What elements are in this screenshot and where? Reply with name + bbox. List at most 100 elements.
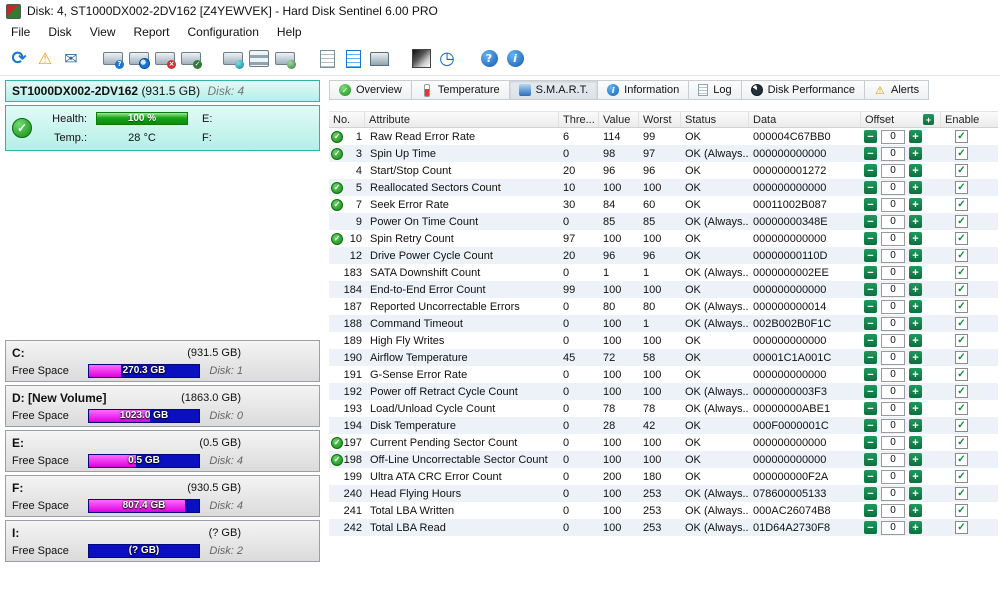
- info-icon[interactable]: [502, 46, 528, 72]
- enable-checkbox[interactable]: [955, 453, 968, 466]
- offset-value[interactable]: 0: [881, 214, 905, 229]
- offset-increase-button[interactable]: [909, 317, 922, 330]
- disk-search-icon[interactable]: [126, 46, 152, 72]
- partition-item[interactable]: I: (? GB) Free Space (? GB) Disk: 2: [5, 520, 320, 562]
- enable-checkbox[interactable]: [955, 147, 968, 160]
- surface-test-icon[interactable]: [408, 46, 434, 72]
- disk-selector[interactable]: ST1000DX002-2DV162 (931.5 GB) Disk: 4: [5, 80, 320, 102]
- disk-error-icon[interactable]: [152, 46, 178, 72]
- offset-decrease-button[interactable]: [864, 164, 877, 177]
- enable-checkbox[interactable]: [955, 164, 968, 177]
- offset-value[interactable]: 0: [881, 520, 905, 535]
- offset-increase-button[interactable]: [909, 215, 922, 228]
- offset-increase-button[interactable]: [909, 521, 922, 534]
- offset-value[interactable]: 0: [881, 486, 905, 501]
- enable-checkbox[interactable]: [955, 300, 968, 313]
- offset-decrease-button[interactable]: [864, 181, 877, 194]
- offset-increase-button[interactable]: [909, 147, 922, 160]
- offset-value[interactable]: 0: [881, 163, 905, 178]
- offset-value[interactable]: 0: [881, 231, 905, 246]
- partition-item[interactable]: D: [New Volume] (1863.0 GB) Free Space 1023…: [5, 385, 320, 427]
- offset-decrease-button[interactable]: [864, 266, 877, 279]
- column-header-worst[interactable]: Worst: [639, 112, 681, 127]
- offset-decrease-button[interactable]: [864, 419, 877, 432]
- offset-value[interactable]: 0: [881, 384, 905, 399]
- tab-information[interactable]: Information: [598, 80, 690, 100]
- report-warning-icon[interactable]: [32, 46, 58, 72]
- offset-decrease-button[interactable]: [864, 351, 877, 364]
- tab-temperature[interactable]: Temperature: [411, 80, 510, 100]
- help-icon[interactable]: [476, 46, 502, 72]
- offset-decrease-button[interactable]: [864, 334, 877, 347]
- offset-decrease-button[interactable]: [864, 402, 877, 415]
- column-header-no[interactable]: No.: [329, 112, 365, 127]
- offset-decrease-button[interactable]: [864, 385, 877, 398]
- offset-decrease-button[interactable]: [864, 147, 877, 160]
- column-header-threshold[interactable]: Thre...: [559, 112, 599, 127]
- tab-overview[interactable]: Overview: [329, 80, 412, 100]
- enable-checkbox[interactable]: [955, 130, 968, 143]
- tab-alerts[interactable]: Alerts: [864, 80, 930, 100]
- disk-network-icon[interactable]: [220, 46, 246, 72]
- offset-increase-button[interactable]: [909, 249, 922, 262]
- enable-checkbox[interactable]: [955, 504, 968, 517]
- enable-checkbox[interactable]: [955, 317, 968, 330]
- partition-item[interactable]: C: (931.5 GB) Free Space 270.3 GB Disk: 1: [5, 340, 320, 382]
- offset-decrease-button[interactable]: [864, 470, 877, 483]
- column-header-offset[interactable]: Offset: [861, 112, 941, 127]
- offset-value[interactable]: 0: [881, 401, 905, 416]
- enable-checkbox[interactable]: [955, 266, 968, 279]
- report-print-icon[interactable]: [366, 46, 392, 72]
- offset-increase-button[interactable]: [909, 232, 922, 245]
- offset-value[interactable]: 0: [881, 146, 905, 161]
- enable-checkbox[interactable]: [955, 368, 968, 381]
- offset-value[interactable]: 0: [881, 299, 905, 314]
- offset-decrease-button[interactable]: [864, 521, 877, 534]
- offset-increase-button[interactable]: [909, 130, 922, 143]
- offset-decrease-button[interactable]: [864, 232, 877, 245]
- offset-increase-button[interactable]: [909, 351, 922, 364]
- disk-question-icon[interactable]: [100, 46, 126, 72]
- offset-increase-button[interactable]: [909, 164, 922, 177]
- offset-value[interactable]: 0: [881, 435, 905, 450]
- offset-value[interactable]: 0: [881, 367, 905, 382]
- enable-checkbox[interactable]: [955, 436, 968, 449]
- offset-decrease-button[interactable]: [864, 300, 877, 313]
- report-mail-icon[interactable]: [58, 46, 84, 72]
- enable-checkbox[interactable]: [955, 283, 968, 296]
- offset-increase-button[interactable]: [909, 181, 922, 194]
- enable-checkbox[interactable]: [955, 215, 968, 228]
- offset-decrease-button[interactable]: [864, 487, 877, 500]
- offset-decrease-button[interactable]: [864, 215, 877, 228]
- offset-value[interactable]: 0: [881, 333, 905, 348]
- offset-value[interactable]: 0: [881, 248, 905, 263]
- offset-decrease-button[interactable]: [864, 249, 877, 262]
- tab-log[interactable]: Log: [689, 80, 742, 100]
- column-header-attribute[interactable]: Attribute: [365, 112, 559, 127]
- offset-value[interactable]: 0: [881, 197, 905, 212]
- offset-increase-button[interactable]: [909, 266, 922, 279]
- report-document-icon[interactable]: [314, 46, 340, 72]
- menu-help[interactable]: Help: [268, 24, 311, 40]
- offset-decrease-button[interactable]: [864, 283, 877, 296]
- offset-value[interactable]: 0: [881, 350, 905, 365]
- disk-ok-icon[interactable]: [178, 46, 204, 72]
- refresh-icon[interactable]: [6, 46, 32, 72]
- enable-checkbox[interactable]: [955, 334, 968, 347]
- menu-configuration[interactable]: Configuration: [179, 24, 268, 40]
- enable-checkbox[interactable]: [955, 470, 968, 483]
- offset-value[interactable]: 0: [881, 180, 905, 195]
- offset-increase-button[interactable]: [909, 385, 922, 398]
- column-header-status[interactable]: Status: [681, 112, 749, 127]
- enable-checkbox[interactable]: [955, 385, 968, 398]
- offset-increase-button[interactable]: [909, 300, 922, 313]
- enable-checkbox[interactable]: [955, 521, 968, 534]
- menu-disk[interactable]: Disk: [39, 24, 80, 40]
- column-header-data[interactable]: Data: [749, 112, 861, 127]
- enable-checkbox[interactable]: [955, 198, 968, 211]
- menu-report[interactable]: Report: [124, 24, 178, 40]
- offset-decrease-button[interactable]: [864, 368, 877, 381]
- menu-view[interactable]: View: [81, 24, 125, 40]
- offset-value[interactable]: 0: [881, 418, 905, 433]
- tab-performance[interactable]: Disk Performance: [741, 80, 865, 100]
